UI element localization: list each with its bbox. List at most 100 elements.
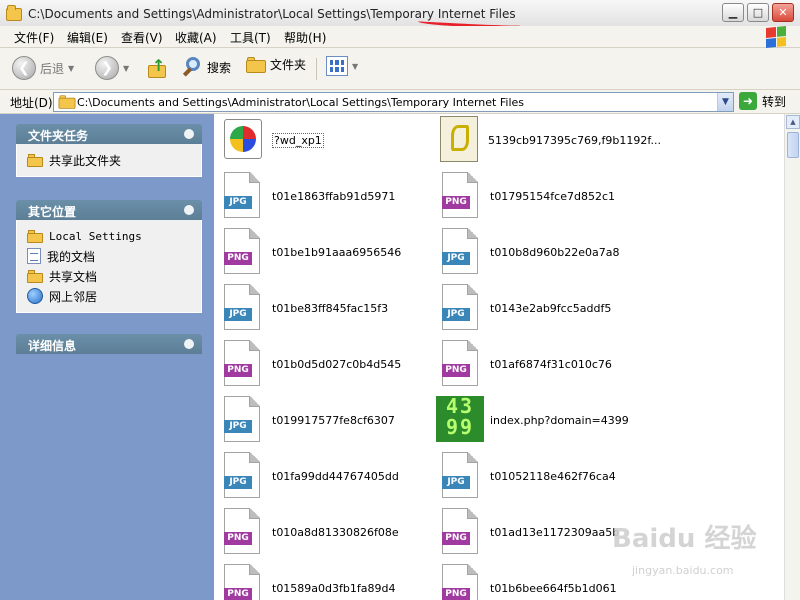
search-button[interactable]: 搜索 bbox=[181, 56, 231, 78]
file-name: t010b8d960b22e0a7a8 bbox=[490, 245, 620, 259]
file-name: t01052118e462f76ca4 bbox=[490, 469, 616, 483]
menu-help[interactable]: 帮助(H) bbox=[284, 29, 326, 46]
file-item[interactable]: PNG t01589a0d3fb1fa89d4 bbox=[224, 564, 434, 600]
menu-tools[interactable]: 工具(T) bbox=[230, 29, 271, 46]
script-file-icon bbox=[440, 116, 478, 162]
folder-icon bbox=[58, 95, 76, 109]
file-item[interactable]: JPG t01e1863ffab91d5971 bbox=[224, 172, 434, 220]
file-item[interactable]: JPG t01fa99dd44767405dd bbox=[224, 452, 434, 500]
file-item[interactable]: PNG t01795154fce7d852c1 bbox=[442, 172, 782, 220]
jpg-file-icon: JPG bbox=[224, 396, 260, 442]
share-folder-link[interactable]: 共享此文件夹 bbox=[27, 150, 191, 170]
share-folder-icon bbox=[27, 153, 43, 167]
details-title: 详细信息 bbox=[28, 339, 77, 353]
folder-icon bbox=[27, 229, 43, 243]
place-shared-documents[interactable]: 共享文档 bbox=[27, 266, 191, 286]
file-tasks-header[interactable]: 文件夹任务 bbox=[16, 124, 202, 144]
file-item[interactable]: PNG t01af6874f31c010c76 bbox=[442, 340, 782, 388]
close-button[interactable]: ✕ bbox=[772, 3, 794, 22]
file-name: ?wd_xp1 bbox=[272, 132, 324, 148]
search-label: 搜索 bbox=[207, 60, 232, 75]
png-file-icon: PNG bbox=[442, 508, 478, 554]
collapse-icon[interactable] bbox=[184, 205, 194, 215]
expand-icon[interactable] bbox=[184, 339, 194, 349]
place-my-documents[interactable]: 我的文档 bbox=[27, 246, 191, 266]
address-label: 地址(D) bbox=[10, 96, 53, 110]
place-label: 共享文档 bbox=[49, 269, 98, 284]
scroll-up-icon[interactable]: ▲ bbox=[786, 115, 800, 129]
place-local-settings[interactable]: Local Settings bbox=[27, 226, 191, 246]
file-item[interactable]: PNG t010a8d81330826f08e bbox=[224, 508, 434, 556]
windows-logo-icon bbox=[766, 25, 786, 49]
place-label: Local Settings bbox=[49, 229, 142, 243]
file-item[interactable]: PNG t01be1b91aaa6956546 bbox=[224, 228, 434, 276]
toolbar-separator bbox=[316, 58, 317, 80]
file-item[interactable]: JPG t010b8d960b22e0a7a8 bbox=[442, 228, 782, 276]
my-documents-icon bbox=[27, 248, 41, 264]
file-name: t01795154fce7d852c1 bbox=[490, 189, 616, 203]
png-file-icon: PNG bbox=[224, 564, 260, 600]
folders-label: 文件夹 bbox=[270, 58, 307, 72]
scroll-thumb[interactable] bbox=[787, 132, 799, 158]
file-item[interactable]: JPG t0143e2ab9fcc5addf5 bbox=[442, 284, 782, 332]
file-name: t01be83ff845fac15f3 bbox=[272, 301, 389, 315]
place-label: 我的文档 bbox=[47, 249, 96, 264]
address-dropdown-icon[interactable]: ▼ bbox=[717, 93, 733, 111]
forward-button[interactable]: ❯ ▼ bbox=[95, 56, 129, 80]
vertical-scrollbar[interactable]: ▲ bbox=[784, 114, 800, 600]
png-file-icon: PNG bbox=[224, 508, 260, 554]
details-header[interactable]: 详细信息 bbox=[16, 334, 202, 354]
other-places-title: 其它位置 bbox=[28, 205, 77, 219]
other-places-header[interactable]: 其它位置 bbox=[16, 200, 202, 220]
file-name: t01b6bee664f5b1d061 bbox=[490, 581, 617, 595]
place-network-places[interactable]: 网上邻居 bbox=[27, 286, 191, 306]
file-item[interactable]: ?wd_xp1 bbox=[224, 116, 434, 164]
file-name: t01be1b91aaa6956546 bbox=[272, 245, 402, 259]
back-dropdown-icon[interactable]: ▼ bbox=[68, 64, 74, 73]
up-folder-button[interactable]: ↑ bbox=[146, 56, 168, 80]
file-item[interactable]: 43 99 index.php?domain=4399 bbox=[436, 396, 782, 444]
file-name: 5139cb917395c769,f9b1192f... bbox=[488, 133, 661, 147]
menu-edit[interactable]: 编辑(E) bbox=[67, 29, 108, 46]
maximize-button[interactable]: □ bbox=[747, 3, 769, 22]
baidu-watermark: Baidu 经验 bbox=[612, 524, 757, 554]
collapse-icon[interactable] bbox=[184, 129, 194, 139]
minimize-button[interactable]: ▁ bbox=[722, 3, 744, 22]
views-button[interactable]: ▼ bbox=[326, 56, 358, 76]
details-panel: 详细信息 bbox=[16, 334, 202, 354]
file-item[interactable]: JPG t01052118e462f76ca4 bbox=[442, 452, 782, 500]
address-input[interactable]: C:\Documents and Settings\Administrator\… bbox=[53, 92, 734, 112]
png-file-icon: PNG bbox=[224, 340, 260, 386]
back-arrow-icon: ❮ bbox=[12, 56, 36, 80]
file-tasks-title: 文件夹任务 bbox=[28, 129, 89, 143]
other-places-panel: 其它位置 Local Settings 我的文档 共享文档 网上邻居 bbox=[16, 200, 202, 313]
folders-button[interactable]: 文件夹 bbox=[246, 56, 306, 73]
place-label: 网上邻居 bbox=[49, 289, 98, 304]
installer-icon bbox=[224, 119, 262, 159]
png-file-icon: PNG bbox=[224, 228, 260, 274]
folder-icon bbox=[27, 269, 43, 283]
share-folder-label: 共享此文件夹 bbox=[49, 153, 122, 168]
forward-arrow-icon: ❯ bbox=[95, 56, 119, 80]
file-name: t01589a0d3fb1fa89d4 bbox=[272, 581, 396, 595]
menu-favorites[interactable]: 收藏(A) bbox=[175, 29, 217, 46]
png-file-icon: PNG bbox=[442, 172, 478, 218]
back-label: 后退 bbox=[40, 61, 65, 76]
file-item[interactable]: 5139cb917395c769,f9b1192f... bbox=[440, 116, 780, 164]
file-tasks-panel: 文件夹任务 共享此文件夹 bbox=[16, 124, 202, 177]
file-item[interactable]: PNG t01b0d5d027c0b4d545 bbox=[224, 340, 434, 388]
forward-dropdown-icon[interactable]: ▼ bbox=[123, 64, 129, 73]
file-name: t019917577fe8cf6307 bbox=[272, 413, 395, 427]
file-name: index.php?domain=4399 bbox=[490, 413, 629, 427]
file-name: t010a8d81330826f08e bbox=[272, 525, 399, 539]
address-bar: 地址(D) C:\Documents and Settings\Administ… bbox=[0, 90, 800, 114]
back-button[interactable]: ❮ 后退 ▼ bbox=[12, 56, 74, 80]
file-item[interactable]: JPG t019917577fe8cf6307 bbox=[224, 396, 434, 444]
png-file-icon: PNG bbox=[442, 564, 478, 600]
menu-file[interactable]: 文件(F) bbox=[14, 29, 54, 46]
png-file-icon: PNG bbox=[442, 340, 478, 386]
menu-view[interactable]: 查看(V) bbox=[121, 29, 163, 46]
go-button[interactable]: ➜ 转到 bbox=[739, 92, 786, 110]
file-name: t01fa99dd44767405dd bbox=[272, 469, 399, 483]
file-item[interactable]: JPG t01be83ff845fac15f3 bbox=[224, 284, 434, 332]
